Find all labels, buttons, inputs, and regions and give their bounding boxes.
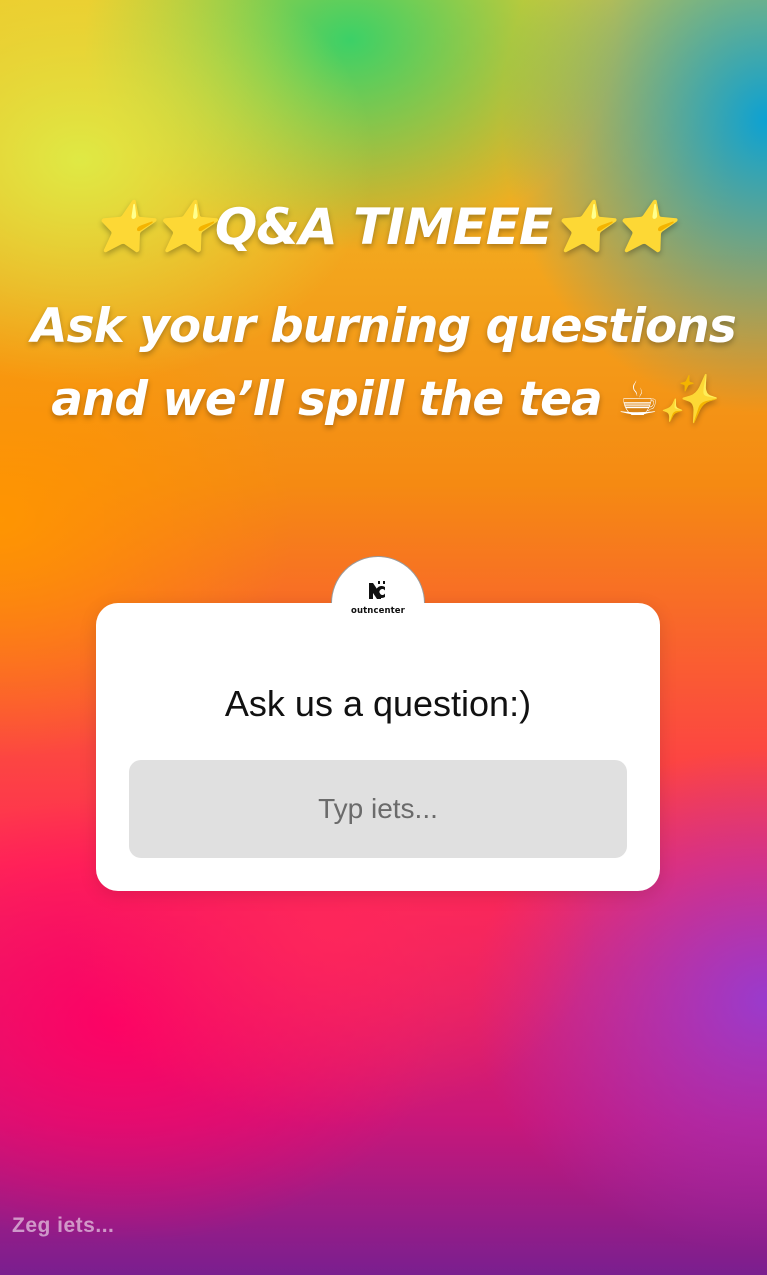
outncenter-logo-icon xyxy=(369,581,385,599)
question-prompt: Ask us a question:) xyxy=(224,683,532,724)
story-subtitle: Ask your burning questions and we’ll spi… xyxy=(31,299,736,427)
answer-placeholder: Typ iets... xyxy=(318,793,438,824)
story-canvas: ⭐⭐Q&A TIMEEE⭐⭐ Ask your burning question… xyxy=(0,0,767,1275)
question-sticker[interactable]: Ask us a question:) Typ iets... xyxy=(96,603,660,891)
story-title: ⭐⭐Q&A TIMEEE⭐⭐ xyxy=(92,198,675,256)
account-avatar[interactable]: outncenter xyxy=(331,580,425,616)
reply-input[interactable]: Zeg iets... xyxy=(12,1214,114,1238)
answer-input[interactable]: Typ iets... xyxy=(129,760,627,858)
account-name: outncenter xyxy=(351,606,405,616)
